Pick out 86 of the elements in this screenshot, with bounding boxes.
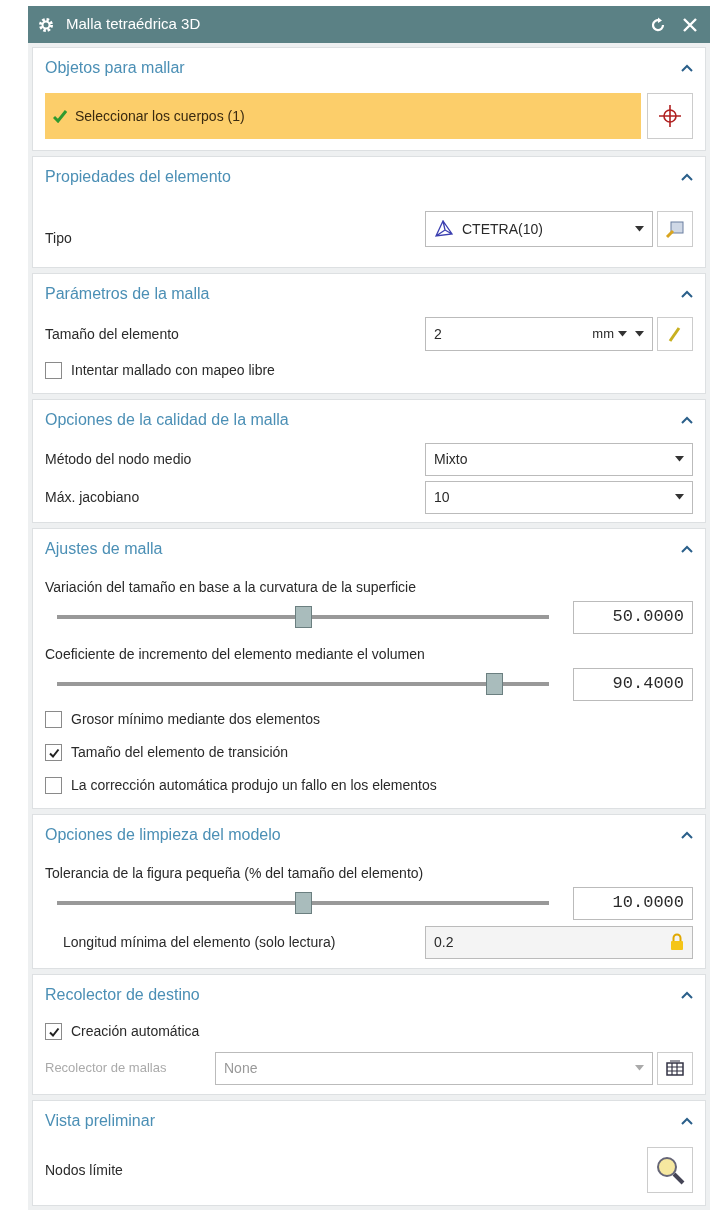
checkmark-icon (53, 109, 67, 123)
tetrahedron-icon (434, 220, 454, 238)
slider-value-field[interactable]: 90.4000 (573, 667, 693, 701)
dropdown-value: CTETRA(10) (462, 219, 544, 239)
checkmark-icon (47, 746, 60, 759)
gear-icon (38, 16, 54, 33)
section-header[interactable]: Objetos para mallar (45, 48, 693, 88)
dropdown-value: None (224, 1058, 259, 1078)
padlock-icon (670, 933, 684, 951)
slider-label: Variación del tamaño en base a la curvatura de la superficie (45, 578, 417, 597)
checkbox-label: Grosor mínimo mediante dos elementos (71, 710, 320, 729)
collapse-chevron-icon (681, 173, 693, 181)
section-header[interactable]: Opciones de la calidad de la malla (45, 400, 693, 440)
section-header[interactable]: Opciones de limpieza del modelo (45, 815, 693, 855)
collapse-chevron-icon (681, 545, 693, 553)
dropdown-caret-icon (675, 494, 684, 500)
preview-button[interactable] (647, 1147, 693, 1193)
pen-icon (668, 326, 682, 342)
section-title: Parámetros de la malla (45, 284, 211, 304)
window-title: Malla tetraédrica 3D (66, 14, 202, 35)
slider-thumb[interactable] (486, 673, 504, 695)
collapse-chevron-icon (681, 1117, 693, 1125)
reset-icon (650, 16, 666, 33)
field-label: Máx. jacobiano (45, 487, 141, 507)
section-title: Objetos para mallar (45, 58, 186, 78)
dropdown-caret-icon (635, 226, 644, 232)
section-header[interactable]: Propiedades del elemento (45, 157, 693, 197)
slider-label: Tolerancia de la figura pequeña (% del tamaño del elemento) (45, 864, 425, 883)
element-settings-button[interactable] (657, 211, 693, 247)
dropdown-caret-icon (635, 1065, 644, 1071)
unit-selector[interactable]: mm (592, 324, 627, 344)
dropdown-value: Mixto (434, 449, 469, 469)
field-label: Recolector de mallas (45, 1059, 168, 1078)
window-edit-icon (665, 219, 685, 239)
section-header[interactable]: Recolector de destino (45, 975, 693, 1015)
select-dropdown[interactable]: 10 (425, 480, 693, 514)
field-label: Tipo (45, 228, 73, 248)
section-title: Vista preliminar (45, 1111, 156, 1131)
formula-button[interactable] (657, 317, 693, 351)
slider-thumb[interactable] (294, 892, 312, 914)
checkbox[interactable] (45, 1023, 62, 1040)
selection-label: Seleccionar los cuerpos (1) (75, 106, 245, 126)
field-label: Tamaño del elemento (45, 324, 180, 344)
dropdown-value: 10 (434, 487, 451, 507)
crosshair-icon (658, 104, 682, 128)
checkbox-label: Creación automática (71, 1022, 200, 1041)
checkbox[interactable] (45, 362, 62, 379)
collapse-chevron-icon (681, 991, 693, 999)
field-value: 2 (434, 324, 443, 344)
checkbox-label: Tamaño del elemento de transición (71, 743, 289, 762)
section-title: Opciones de limpieza del modelo (45, 825, 282, 845)
field-label: Método del nodo medio (45, 449, 193, 469)
grid-icon (666, 1060, 684, 1076)
checkbox-label: Intentar mallado con mapeo libre (71, 361, 275, 380)
size-input-field[interactable]: 2 mm (425, 317, 653, 351)
field-value: 0.2 (434, 932, 455, 952)
checkbox-label: La corrección automática produjo un fallo en los elementos (71, 776, 437, 795)
collapse-chevron-icon (681, 290, 693, 298)
field-label: Longitud mínima del elemento (solo lectura) (63, 932, 337, 952)
collapse-chevron-icon (681, 416, 693, 424)
section-title: Ajustes de malla (45, 539, 164, 559)
section-header[interactable]: Parámetros de la malla (45, 274, 693, 314)
slider-value-field[interactable]: 50.0000 (573, 600, 693, 634)
select-dropdown[interactable]: Mixto (425, 442, 693, 476)
checkbox[interactable] (45, 744, 62, 761)
collapse-chevron-icon (681, 831, 693, 839)
element-type-dropdown[interactable]: CTETRA(10) (425, 211, 653, 247)
section-title: Propiedades del elemento (45, 167, 232, 187)
checkbox[interactable] (45, 777, 62, 794)
section-header[interactable]: Vista preliminar (45, 1101, 693, 1141)
collapse-chevron-icon (681, 64, 693, 72)
slider-label: Coeficiente de incremento del elemento mediante el volumen (45, 645, 426, 664)
close-icon (682, 16, 698, 33)
dropdown-caret-icon (675, 456, 684, 462)
field-label: Nodos límite (45, 1160, 124, 1180)
checkmark-icon (47, 1025, 60, 1038)
mesh-collector-button[interactable] (657, 1051, 693, 1085)
checkbox[interactable] (45, 711, 62, 728)
slider-thumb[interactable] (294, 606, 312, 628)
section-title: Recolector de destino (45, 985, 201, 1005)
section-header[interactable]: Ajustes de malla (45, 529, 693, 569)
slider-value-field[interactable]: 10.0000 (573, 886, 693, 920)
magnifier-icon (655, 1155, 685, 1185)
section-title: Opciones de la calidad de la malla (45, 410, 290, 430)
crosshair-button[interactable] (647, 93, 693, 139)
selection-bar[interactable]: Seleccionar los cuerpos (1) (45, 93, 641, 139)
